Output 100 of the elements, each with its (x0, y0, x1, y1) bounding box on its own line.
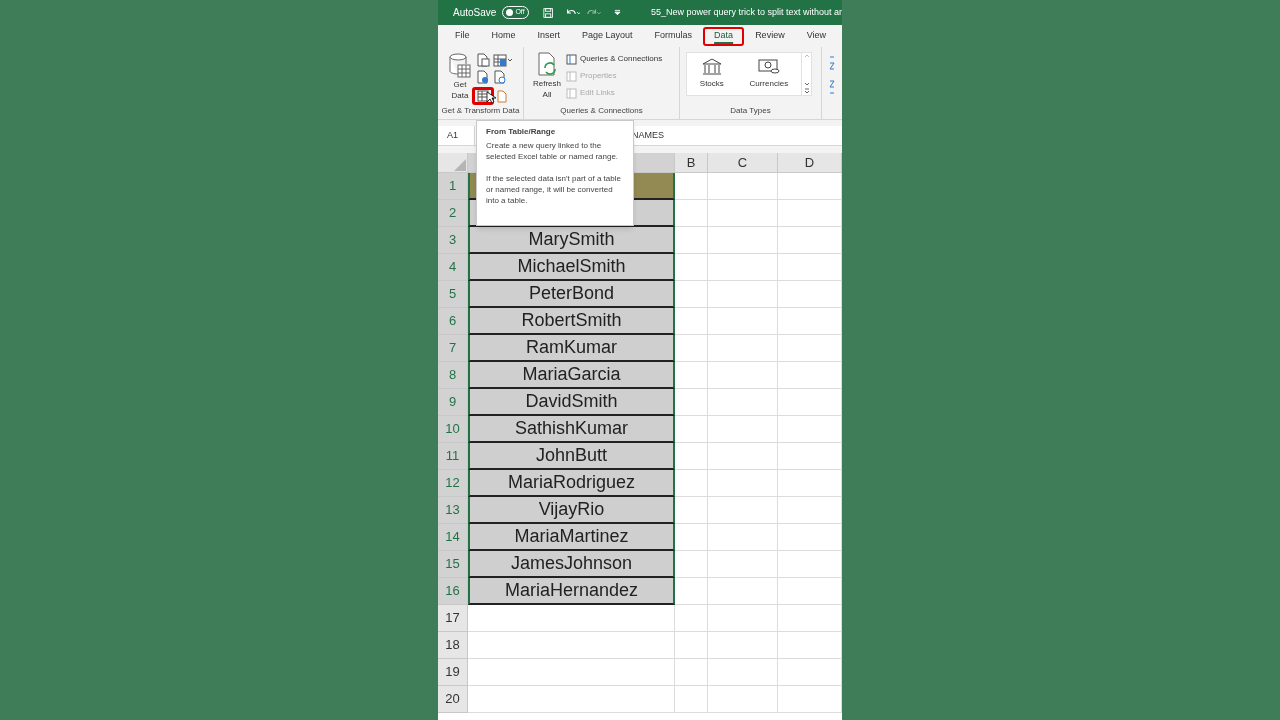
table-cell (778, 497, 842, 524)
document-icon (566, 70, 577, 82)
row-header[interactable]: 1 (438, 173, 468, 200)
row-header[interactable]: 8 (438, 362, 468, 389)
column-header[interactable]: C (708, 153, 778, 173)
table-cell (675, 659, 708, 686)
table-cell (778, 659, 842, 686)
table-cell: RobertSmith (468, 308, 675, 335)
table-cell (778, 416, 842, 443)
currencies-label[interactable]: Currencies (749, 78, 789, 90)
row-header[interactable]: 10 (438, 416, 468, 443)
table-cell (675, 416, 708, 443)
web-file-icon[interactable] (476, 70, 490, 84)
ribbon-tab[interactable]: Formulas (643, 26, 704, 46)
formula-field[interactable]: NAMES (632, 126, 842, 145)
clock-file-icon[interactable] (493, 70, 507, 84)
table-cell (778, 254, 842, 281)
cursor-icon (486, 91, 496, 104)
customize-icon[interactable] (614, 8, 621, 17)
ribbon-tab[interactable]: Page Layout (571, 26, 644, 46)
gallery-scrollbar[interactable] (802, 52, 812, 96)
file-icon[interactable] (497, 89, 507, 103)
table-cell (675, 524, 708, 551)
row-header[interactable]: 5 (438, 281, 468, 308)
ribbon-tab[interactable]: Home (480, 26, 527, 46)
row-header[interactable]: 16 (438, 578, 468, 605)
row-header[interactable]: 2 (438, 200, 468, 227)
row-header[interactable]: 19 (438, 659, 468, 686)
formula-text: NAMES (632, 128, 664, 142)
row-header[interactable]: 20 (438, 686, 468, 713)
row-header[interactable]: 7 (438, 335, 468, 362)
table-cell (675, 470, 708, 497)
column-header[interactable]: D (778, 153, 842, 173)
database-icon[interactable] (449, 53, 471, 79)
refresh-icon[interactable] (536, 52, 558, 78)
table-cell (675, 281, 708, 308)
ribbon-tab[interactable]: Insert (526, 26, 572, 46)
table-cell (708, 281, 778, 308)
row-header[interactable]: 4 (438, 254, 468, 281)
table-cell (778, 227, 842, 254)
table-cell (708, 200, 778, 227)
table-cell (708, 578, 778, 605)
row-header[interactable]: 18 (438, 632, 468, 659)
row-header[interactable]: 6 (438, 308, 468, 335)
table-cell (675, 173, 708, 200)
row-header[interactable]: 13 (438, 497, 468, 524)
table-cell (778, 470, 842, 497)
sort-ascending-icon[interactable] (828, 55, 838, 71)
bank-icon[interactable] (700, 58, 723, 76)
table-cell (778, 200, 842, 227)
row-header[interactable]: 3 (438, 227, 468, 254)
ribbon-tab[interactable]: View (795, 26, 837, 46)
table-cell: MariaGarcia (468, 362, 675, 389)
table-cell (675, 254, 708, 281)
row-header[interactable]: 14 (438, 524, 468, 551)
refresh-all-button[interactable]: Refresh All (532, 78, 562, 100)
scroll-down-icon[interactable] (803, 81, 810, 95)
ribbon-tab[interactable]: File (444, 26, 481, 46)
row-header[interactable]: 17 (438, 605, 468, 632)
text-file-icon[interactable] (476, 53, 490, 67)
ribbon-tab[interactable]: Data (703, 26, 745, 46)
save-icon[interactable] (542, 6, 553, 19)
table-cell (778, 443, 842, 470)
group-label: Data Types (729, 105, 772, 117)
group-label: Queries & Connections (559, 105, 644, 117)
row-header[interactable]: 9 (438, 389, 468, 416)
row-header[interactable]: 12 (438, 470, 468, 497)
ribbon-tab[interactable]: Review (744, 26, 796, 46)
column-header[interactable]: B (675, 153, 708, 173)
table-cell: JamesJohnson (468, 551, 675, 578)
table-cell (675, 335, 708, 362)
table-cell (778, 551, 842, 578)
table-cell (675, 632, 708, 659)
table-cell (675, 551, 708, 578)
money-icon[interactable] (756, 58, 781, 76)
table-cell: MariaHernandez (468, 578, 675, 605)
table-cell (778, 281, 842, 308)
name-box[interactable]: A1 (438, 126, 475, 145)
data-type-gallery[interactable]: Stocks Currencies (686, 52, 802, 96)
table-cell (708, 470, 778, 497)
table-cell (675, 686, 708, 713)
table-cell: RamKumar (468, 335, 675, 362)
stocks-label[interactable]: Stocks (699, 78, 724, 90)
table-cell (708, 443, 778, 470)
web-table-icon[interactable] (493, 53, 513, 67)
row-header[interactable]: 15 (438, 551, 468, 578)
row-header[interactable]: 11 (438, 443, 468, 470)
sort-descending-icon[interactable] (828, 79, 838, 95)
table-cell (708, 686, 778, 713)
table-cell (708, 362, 778, 389)
table-cell (778, 308, 842, 335)
table-cell (675, 578, 708, 605)
table-cell (778, 335, 842, 362)
tooltip-text: If the selected data isn't part of a table or named range, it will be converted into a table. (486, 173, 622, 206)
table-cell (708, 659, 778, 686)
table-cell (708, 524, 778, 551)
group-label: Get & Transform Data (440, 105, 521, 117)
get-data-button[interactable]: Get Data (448, 79, 472, 101)
table-cell (708, 605, 778, 632)
ribbon-command[interactable]: Queries & Connections (566, 53, 663, 65)
